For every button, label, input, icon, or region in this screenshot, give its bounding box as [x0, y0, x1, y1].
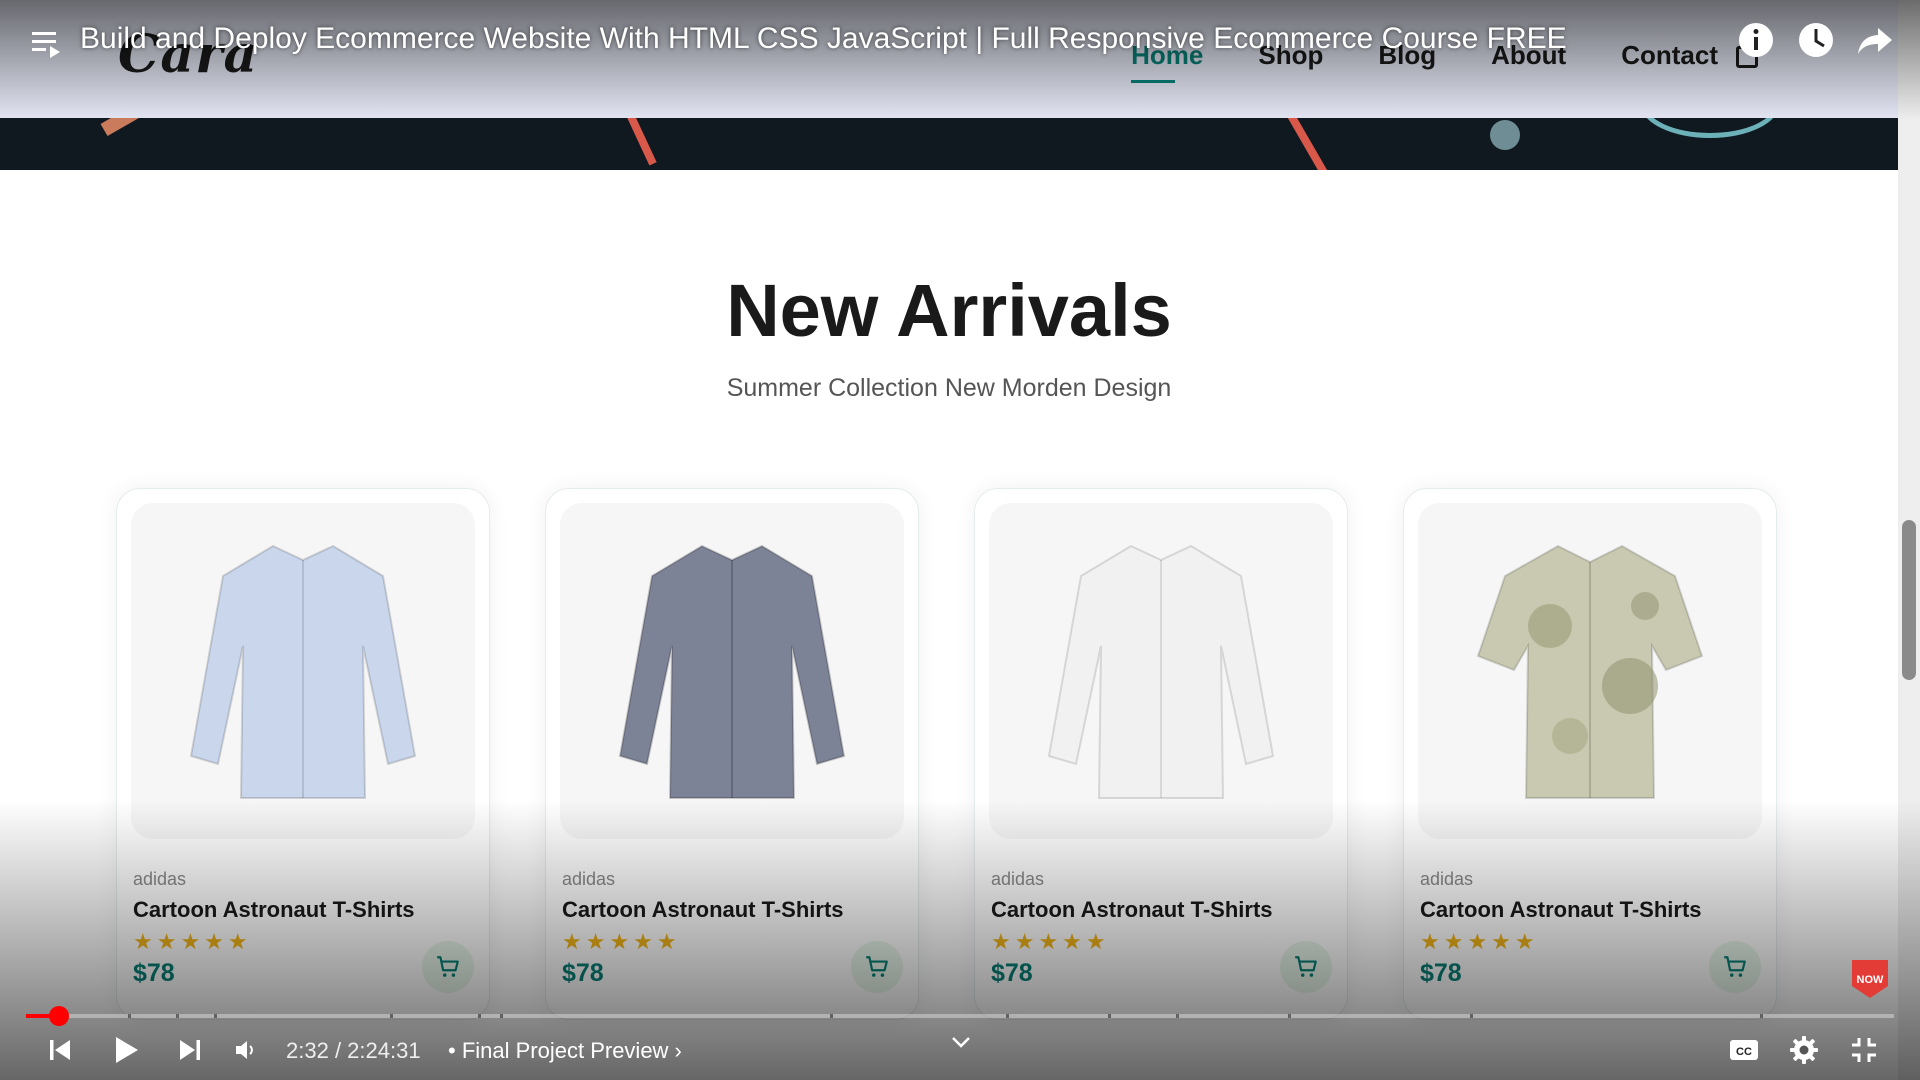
exit-fullscreen-button[interactable] [1844, 1030, 1884, 1070]
total-time: 2:24:31 [347, 1038, 421, 1063]
star-rating: ★★★★★ [133, 929, 252, 954]
settings-button[interactable] [1784, 1030, 1824, 1070]
chapter-marker [1006, 1014, 1009, 1018]
page-scrollbar-thumb[interactable] [1902, 520, 1916, 680]
chapter-marker [1108, 1014, 1111, 1018]
product-brand: adidas [133, 869, 187, 889]
svg-text:CC: CC [1736, 1046, 1752, 1058]
cart-icon [1295, 956, 1317, 977]
hero-decoration [100, 118, 160, 137]
chapter-marker [1470, 1014, 1473, 1018]
video-frame[interactable]: Cara Home Shop Blog About Contact New Ar… [0, 0, 1920, 1080]
product-name[interactable]: Cartoon Astronaut T-Shirts [562, 897, 844, 923]
volume-icon [236, 1041, 253, 1059]
chapter-marker [830, 1014, 833, 1018]
hero-decoration [1490, 120, 1520, 150]
shirt-image [618, 544, 846, 799]
section-subtitle: Summer Collection New Morden Design [726, 374, 1172, 402]
add-to-cart-button[interactable] [1709, 941, 1761, 993]
progress-track[interactable] [26, 1014, 1894, 1018]
badge-text: NOW [1857, 974, 1885, 986]
shirt-image [1047, 544, 1275, 799]
add-to-cart-button[interactable] [422, 941, 474, 993]
cart-icon [1724, 956, 1746, 977]
star-rating: ★★★★★ [991, 929, 1110, 954]
settings-icon [1790, 1036, 1818, 1064]
play-button[interactable] [106, 1030, 146, 1070]
volume-button[interactable] [226, 1030, 266, 1070]
hero-banner-strip [0, 118, 1898, 170]
chapter-marker [500, 1014, 503, 1018]
watch-later-icon[interactable] [1796, 20, 1836, 60]
product-card[interactable]: adidas Cartoon Astronaut T-Shirts ★★★★★ … [116, 488, 490, 1020]
product-price: $78 [562, 959, 604, 987]
chevron-down-icon[interactable] [950, 1034, 972, 1050]
product-name[interactable]: Cartoon Astronaut T-Shirts [991, 897, 1273, 923]
chapter-title[interactable]: • Final Project Preview › [448, 1038, 682, 1064]
hero-decoration [1640, 118, 1780, 138]
playlist-icon[interactable] [30, 26, 64, 60]
previous-icon [50, 1040, 70, 1060]
chapter-marker [390, 1014, 393, 1018]
previous-button[interactable] [40, 1030, 80, 1070]
site-header: Cara Home Shop Blog About Contact [0, 0, 1898, 118]
time-display: 2:32 / 2:24:31 [286, 1038, 421, 1064]
cart-icon [866, 956, 888, 977]
chapter-marker [214, 1014, 217, 1018]
shirt-image [1476, 544, 1704, 799]
hero-decoration [611, 118, 657, 166]
shirt-image [189, 544, 417, 799]
product-price: $78 [1420, 959, 1462, 987]
video-title[interactable]: Build and Deploy Ecommerce Website With … [80, 22, 1567, 56]
nav-link-contact[interactable]: Contact [1621, 40, 1718, 71]
product-brand: adidas [991, 869, 1045, 889]
captions-button[interactable]: CC [1724, 1030, 1764, 1070]
current-time: 2:32 [286, 1038, 329, 1063]
section-title: New Arrivals [726, 269, 1172, 352]
exit-fullscreen-icon [1852, 1038, 1876, 1062]
share-icon[interactable] [1856, 20, 1896, 60]
product-card[interactable]: adidas Cartoon Astronaut T-Shirts ★★★★★ … [545, 488, 919, 1020]
time-separator: / [328, 1038, 348, 1063]
chapter-marker [1176, 1014, 1179, 1018]
chapter-marker [1760, 1014, 1763, 1018]
next-button[interactable] [170, 1030, 210, 1070]
product-image [131, 503, 475, 839]
product-card[interactable]: adidas Cartoon Astronaut T-Shirts ★★★★★ … [974, 488, 1348, 1020]
chapter-marker [176, 1014, 179, 1018]
product-card[interactable]: adidas Cartoon Astronaut T-Shirts ★★★★★ … [1403, 488, 1777, 1020]
add-to-cart-button[interactable] [851, 941, 903, 993]
next-icon [180, 1040, 200, 1060]
hero-decoration [1280, 118, 1328, 170]
star-rating: ★★★★★ [1420, 929, 1539, 954]
info-icon[interactable] [1736, 20, 1776, 60]
product-image [989, 503, 1333, 839]
chapter-marker [128, 1014, 131, 1018]
product-name[interactable]: Cartoon Astronaut T-Shirts [133, 897, 415, 923]
chapter-marker [1288, 1014, 1291, 1018]
product-image [560, 503, 904, 839]
subscribe-badge-icon[interactable]: NOW [1848, 956, 1892, 1000]
product-price: $78 [991, 959, 1033, 987]
star-rating: ★★★★★ [562, 929, 681, 954]
captions-icon: CC [1730, 1040, 1758, 1060]
product-price: $78 [133, 959, 175, 987]
chapter-marker [478, 1014, 481, 1018]
cart-icon [437, 956, 459, 977]
product-name[interactable]: Cartoon Astronaut T-Shirts [1420, 897, 1702, 923]
progress-scrubber-handle[interactable] [49, 1006, 69, 1026]
play-icon [116, 1037, 138, 1063]
product-brand: adidas [562, 869, 616, 889]
product-brand: adidas [1420, 869, 1474, 889]
product-image [1418, 503, 1762, 839]
add-to-cart-button[interactable] [1280, 941, 1332, 993]
